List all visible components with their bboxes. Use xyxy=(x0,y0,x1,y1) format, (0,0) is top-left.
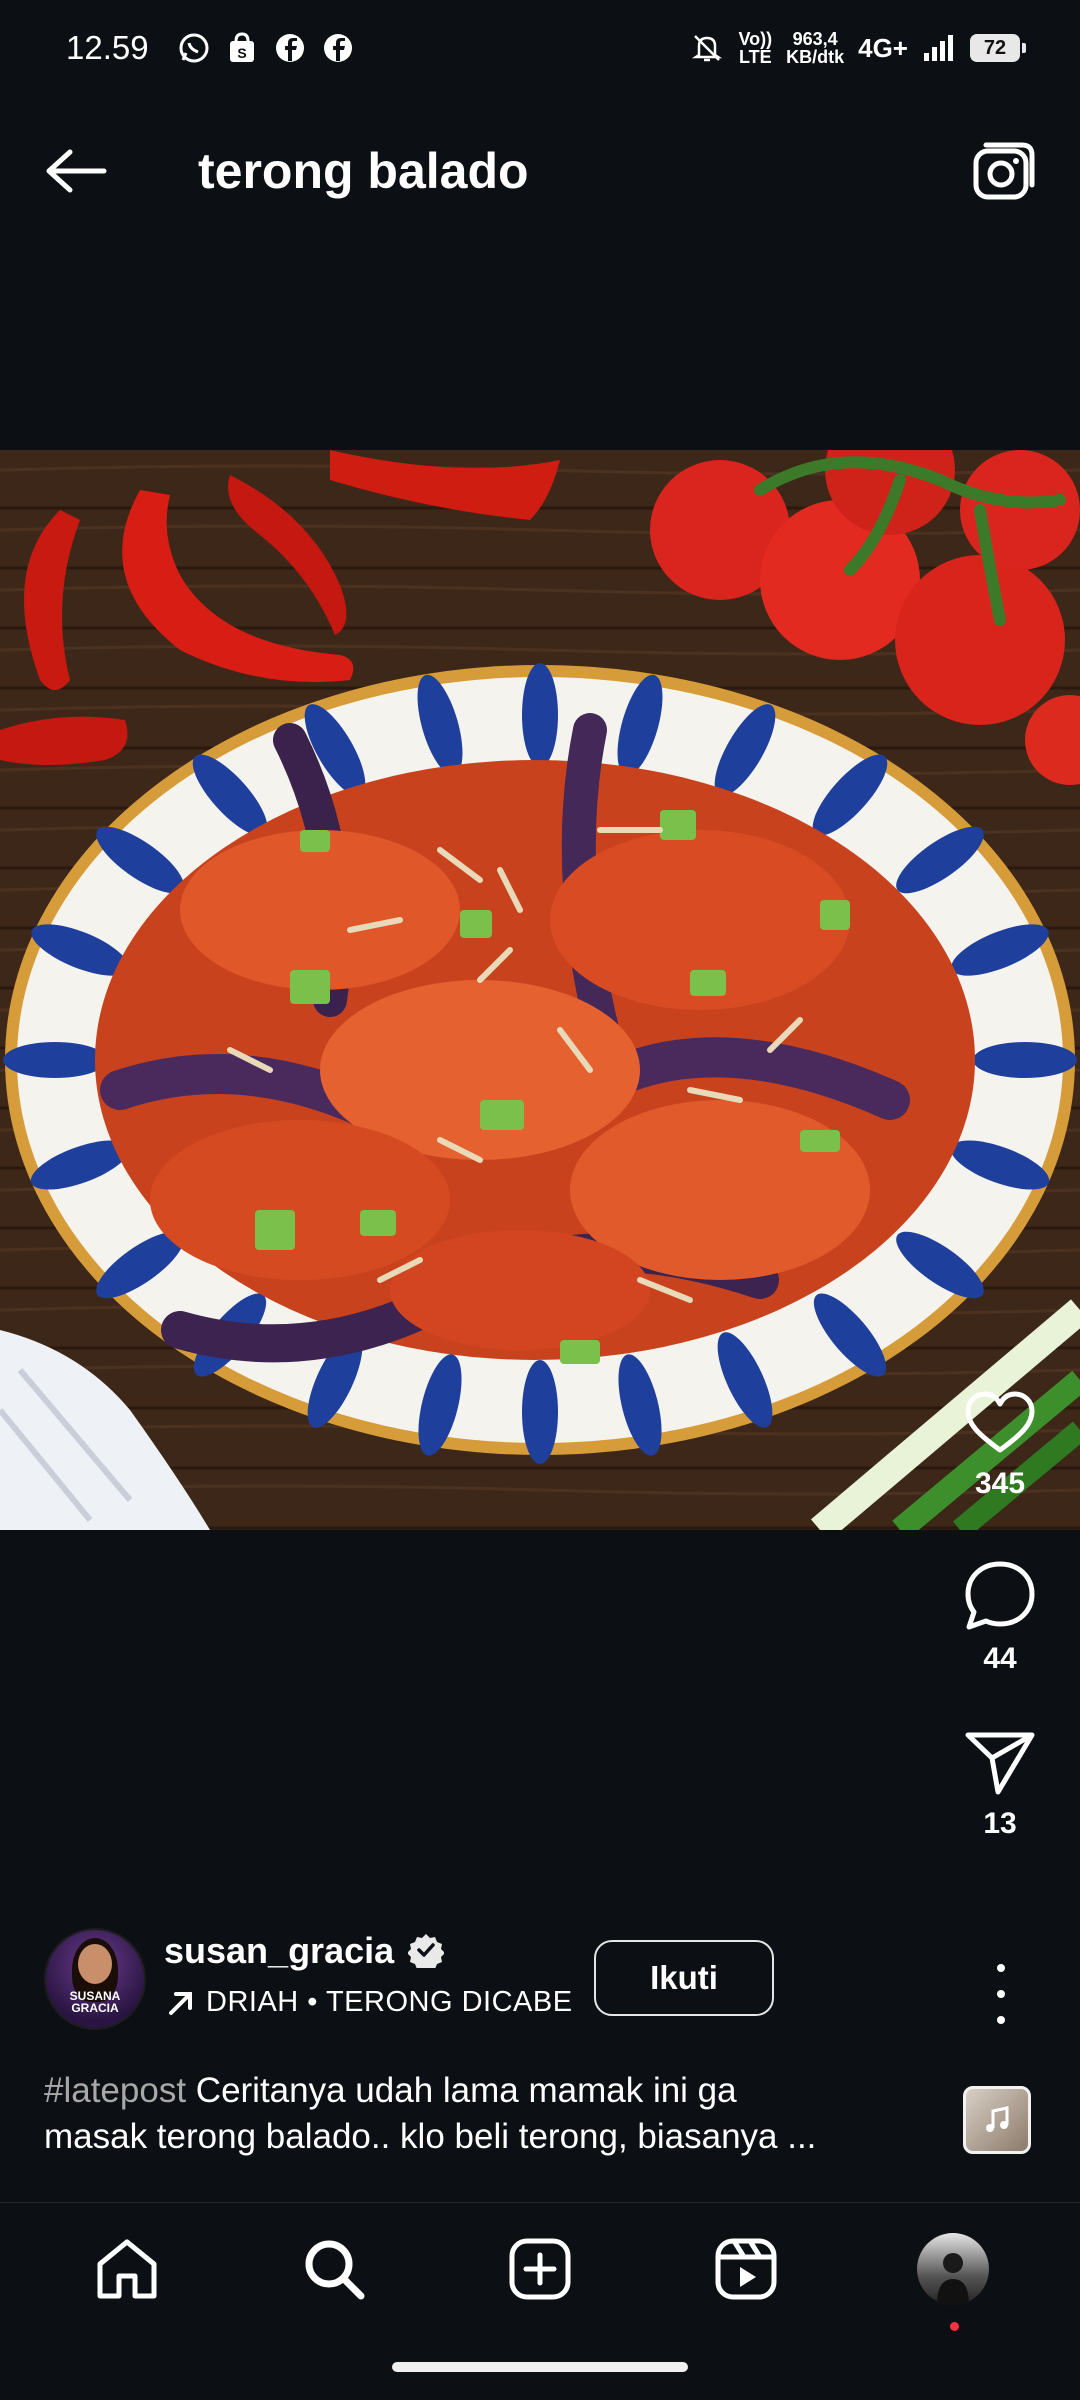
caption-hashtag[interactable]: #latepost xyxy=(44,2071,186,2110)
dot xyxy=(997,1990,1005,1998)
network-type: 4G+ xyxy=(858,32,908,63)
post-image[interactable] xyxy=(0,450,1080,1530)
comment-button[interactable] xyxy=(963,1559,1037,1636)
nav-reels[interactable] xyxy=(696,2219,796,2319)
author-avatar[interactable]: SUSANA GRACIA xyxy=(44,1928,146,2030)
avatar-text: SUSANA GRACIA xyxy=(69,1989,121,2015)
like-button[interactable] xyxy=(964,1390,1036,1461)
like-count: 345 xyxy=(974,1467,1026,1500)
audio-title: DRIAH • TERONG DICABE xyxy=(206,1986,573,2018)
facebook-icon xyxy=(321,31,355,65)
dot xyxy=(997,1964,1005,1972)
network-speed: 963,4 KB/dtk xyxy=(786,30,844,66)
volte-line1: Vo)) xyxy=(738,29,773,49)
facebook-icon xyxy=(273,31,307,65)
shopee-icon: S xyxy=(225,31,259,65)
send-icon xyxy=(965,1732,1035,1795)
volte-line2: LTE xyxy=(738,47,772,67)
like-action: 345 xyxy=(964,1390,1036,1501)
caption-text-line1: Ceritanya udah lama mamak ini ga xyxy=(186,2071,737,2110)
follow-button[interactable]: Ikuti xyxy=(594,1940,774,2016)
side-actions: 345 44 13 xyxy=(920,1390,1080,1841)
heart-icon xyxy=(965,1391,1035,1453)
status-bar: 12.59 S Vo)) LTE 963,4 KB/dtk 4G+ 72 xyxy=(0,0,1080,96)
mute-bell-icon xyxy=(690,31,724,65)
reels-icon xyxy=(715,2238,777,2299)
nav-search[interactable] xyxy=(284,2219,384,2319)
home-icon xyxy=(97,2239,157,2298)
bottom-nav xyxy=(0,2202,1080,2334)
arrow-up-right-icon xyxy=(169,1991,192,2015)
share-action: 13 xyxy=(964,1730,1036,1841)
nav-home[interactable] xyxy=(77,2219,177,2319)
back-button[interactable] xyxy=(38,136,114,206)
volte-indicator: Vo)) LTE xyxy=(738,30,772,66)
camera-icon xyxy=(973,142,1035,200)
music-note-icon xyxy=(986,2106,1009,2132)
caption-text-line2: masak terong balado.. klo beli terong, b… xyxy=(44,2117,817,2156)
search-icon xyxy=(305,2240,365,2299)
speed-value: 963,4 xyxy=(792,29,838,49)
author-row: SUSANA GRACIA susan_gracia DRIAH • TERON… xyxy=(44,1926,1044,2030)
top-bar: terong balado xyxy=(0,96,1080,246)
comment-count: 44 xyxy=(983,1642,1017,1675)
more-options-button[interactable] xyxy=(988,1964,1014,2024)
speed-unit: KB/dtk xyxy=(786,47,845,67)
camera-button[interactable] xyxy=(966,136,1042,206)
battery-indicator: 72 xyxy=(970,34,1026,62)
audio-row[interactable]: DRIAH • TERONG DICABE xyxy=(166,1986,616,2019)
profile-avatar xyxy=(916,2232,989,2305)
status-right: Vo)) LTE 963,4 KB/dtk 4G+ 72 xyxy=(690,30,1026,66)
svg-text:S: S xyxy=(237,45,246,61)
status-left: 12.59 S xyxy=(66,29,355,67)
nav-create[interactable] xyxy=(490,2219,590,2319)
notification-dot xyxy=(949,2321,959,2331)
comment-icon xyxy=(965,1561,1035,1630)
whatsapp-icon xyxy=(177,31,211,65)
comment-action: 44 xyxy=(963,1559,1037,1676)
status-time: 12.59 xyxy=(66,29,149,66)
food-photo xyxy=(0,450,1080,1530)
author-username[interactable]: susan_gracia xyxy=(164,1930,394,1972)
avatar-face xyxy=(78,1944,112,1984)
create-icon xyxy=(509,2238,571,2299)
signal-icon xyxy=(922,31,956,65)
back-arrow-icon xyxy=(46,149,107,193)
share-button[interactable] xyxy=(964,1730,1036,1801)
post-caption[interactable]: #latepost Ceritanya udah lama mamak ini … xyxy=(44,2068,924,2160)
nav-profile[interactable] xyxy=(903,2219,1003,2331)
home-indicator[interactable] xyxy=(392,2362,688,2372)
verified-badge-icon xyxy=(407,1932,445,1973)
page-title: terong balado xyxy=(198,143,529,199)
share-count: 13 xyxy=(983,1807,1017,1840)
dot xyxy=(997,2016,1005,2024)
audio-thumbnail[interactable] xyxy=(963,2086,1031,2154)
